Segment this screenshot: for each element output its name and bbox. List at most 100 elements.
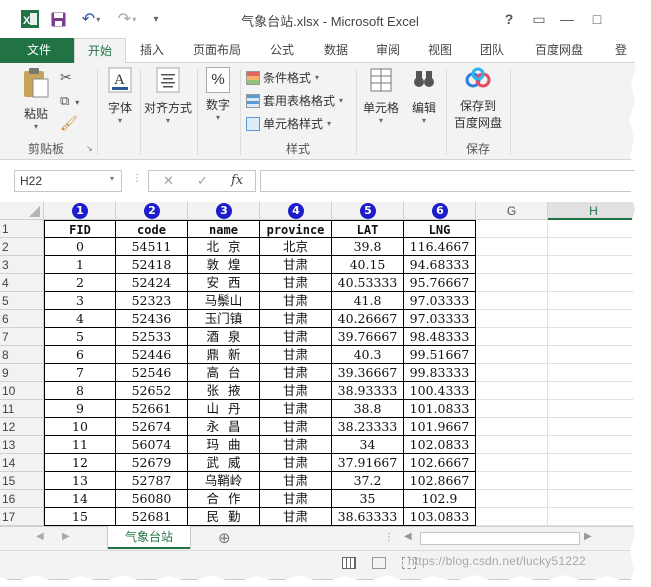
data-cell[interactable]: 52679 bbox=[116, 454, 188, 472]
data-cell[interactable]: 99.51667 bbox=[404, 346, 476, 364]
data-cell[interactable]: 40.26667 bbox=[332, 310, 404, 328]
empty-cell[interactable] bbox=[476, 220, 548, 238]
data-cell[interactable]: 敦煌 bbox=[188, 256, 260, 274]
empty-cell[interactable] bbox=[476, 436, 548, 454]
column-header-g[interactable]: G bbox=[476, 202, 548, 220]
data-cell[interactable]: 甘肃 bbox=[260, 256, 332, 274]
empty-cell[interactable] bbox=[548, 508, 639, 526]
column-header-h[interactable]: H bbox=[548, 202, 639, 220]
confirm-entry-icon[interactable]: ✓ bbox=[197, 173, 208, 189]
data-cell[interactable]: 41.8 bbox=[332, 292, 404, 310]
header-cell[interactable]: LNG bbox=[404, 220, 476, 238]
row-header[interactable]: 16 bbox=[0, 490, 44, 508]
empty-cell[interactable] bbox=[548, 490, 639, 508]
data-cell[interactable]: 40.3 bbox=[332, 346, 404, 364]
cut-icon[interactable]: ✂ bbox=[60, 69, 72, 86]
data-cell[interactable]: 甘肃 bbox=[260, 364, 332, 382]
data-cell[interactable]: 安西 bbox=[188, 274, 260, 292]
empty-cell[interactable] bbox=[548, 292, 639, 310]
empty-cell[interactable] bbox=[476, 382, 548, 400]
row-header[interactable]: 7 bbox=[0, 328, 44, 346]
empty-cell[interactable] bbox=[548, 436, 639, 454]
data-cell[interactable]: 甘肃 bbox=[260, 418, 332, 436]
data-cell[interactable]: 97.03333 bbox=[404, 292, 476, 310]
scroll-sheets-left-icon[interactable]: ◀ bbox=[36, 531, 44, 542]
data-cell[interactable]: 52533 bbox=[116, 328, 188, 346]
undo-icon[interactable]: ↶ ▾ bbox=[78, 9, 104, 29]
data-cell[interactable]: 5 bbox=[44, 328, 116, 346]
empty-cell[interactable] bbox=[548, 346, 639, 364]
data-cell[interactable]: 39.36667 bbox=[332, 364, 404, 382]
empty-cell[interactable] bbox=[476, 454, 548, 472]
data-cell[interactable]: 甘肃 bbox=[260, 400, 332, 418]
empty-cell[interactable] bbox=[548, 364, 639, 382]
data-cell[interactable]: 甘肃 bbox=[260, 382, 332, 400]
data-cell[interactable]: 100.4333 bbox=[404, 382, 476, 400]
paste-button[interactable]: 粘贴 ▾ bbox=[16, 67, 56, 131]
data-cell[interactable]: 94.68333 bbox=[404, 256, 476, 274]
data-cell[interactable]: 乌鞘岭 bbox=[188, 472, 260, 490]
row-header[interactable]: 11 bbox=[0, 400, 44, 418]
empty-cell[interactable] bbox=[548, 328, 639, 346]
data-cell[interactable]: 甘肃 bbox=[260, 472, 332, 490]
empty-cell[interactable] bbox=[476, 400, 548, 418]
tab-data[interactable]: 数据 bbox=[316, 38, 356, 63]
data-cell[interactable]: 35 bbox=[332, 490, 404, 508]
empty-cell[interactable] bbox=[476, 346, 548, 364]
empty-cell[interactable] bbox=[548, 418, 639, 436]
customize-quick-access-icon[interactable]: ▾ bbox=[148, 9, 164, 29]
data-cell[interactable]: 39.76667 bbox=[332, 328, 404, 346]
empty-cell[interactable] bbox=[476, 328, 548, 346]
empty-cell[interactable] bbox=[548, 454, 639, 472]
header-cell[interactable]: province bbox=[260, 220, 332, 238]
empty-cell[interactable] bbox=[548, 256, 639, 274]
data-cell[interactable]: 11 bbox=[44, 436, 116, 454]
name-box-dropdown-icon[interactable]: ▾ bbox=[110, 174, 114, 183]
tab-baidu-netdisk[interactable]: 百度网盘 bbox=[528, 38, 590, 63]
tab-team[interactable]: 团队 bbox=[472, 38, 512, 63]
tab-page-layout[interactable]: 页面布局 bbox=[186, 38, 248, 63]
data-cell[interactable]: 1 bbox=[44, 256, 116, 274]
data-cell[interactable]: 52436 bbox=[116, 310, 188, 328]
data-cell[interactable]: 38.8 bbox=[332, 400, 404, 418]
row-header[interactable]: 6 bbox=[0, 310, 44, 328]
row-header[interactable]: 17 bbox=[0, 508, 44, 526]
data-cell[interactable]: 北京 bbox=[260, 238, 332, 256]
data-cell[interactable]: 99.83333 bbox=[404, 364, 476, 382]
data-cell[interactable]: 52787 bbox=[116, 472, 188, 490]
empty-cell[interactable] bbox=[548, 220, 639, 238]
editing-button[interactable]: 编辑 ▾ bbox=[406, 67, 442, 125]
scroll-right-icon[interactable]: ▶ bbox=[584, 531, 592, 542]
data-cell[interactable]: 38.93333 bbox=[332, 382, 404, 400]
empty-cell[interactable] bbox=[476, 310, 548, 328]
header-cell[interactable]: FID bbox=[44, 220, 116, 238]
header-cell[interactable]: name bbox=[188, 220, 260, 238]
empty-cell[interactable] bbox=[476, 472, 548, 490]
data-cell[interactable]: 52418 bbox=[116, 256, 188, 274]
data-cell[interactable]: 玛曲 bbox=[188, 436, 260, 454]
new-sheet-icon[interactable]: ⊕ bbox=[218, 529, 231, 547]
data-cell[interactable]: 102.0833 bbox=[404, 436, 476, 454]
data-cell[interactable]: 52446 bbox=[116, 346, 188, 364]
data-cell[interactable]: 38.23333 bbox=[332, 418, 404, 436]
redo-icon[interactable]: ↷ ▾ bbox=[114, 9, 140, 29]
data-cell[interactable]: 37.2 bbox=[332, 472, 404, 490]
empty-cell[interactable] bbox=[548, 310, 639, 328]
data-cell[interactable]: 52681 bbox=[116, 508, 188, 526]
data-cell[interactable]: 40.15 bbox=[332, 256, 404, 274]
format-painter-icon[interactable]: 🖌 bbox=[60, 115, 78, 132]
select-all-corner[interactable] bbox=[0, 202, 44, 220]
data-cell[interactable]: 甘肃 bbox=[260, 310, 332, 328]
data-cell[interactable]: 鼎新 bbox=[188, 346, 260, 364]
data-cell[interactable]: 52424 bbox=[116, 274, 188, 292]
empty-cell[interactable] bbox=[548, 274, 639, 292]
empty-cell[interactable] bbox=[548, 238, 639, 256]
conditional-formatting-button[interactable]: 条件格式 ▾ bbox=[246, 67, 319, 88]
data-cell[interactable]: 甘肃 bbox=[260, 346, 332, 364]
ribbon-display-options-button[interactable]: ▭ bbox=[528, 11, 550, 28]
data-cell[interactable]: 甘肃 bbox=[260, 436, 332, 454]
data-cell[interactable]: 34 bbox=[332, 436, 404, 454]
data-cell[interactable]: 54511 bbox=[116, 238, 188, 256]
data-cell[interactable]: 甘肃 bbox=[260, 328, 332, 346]
data-cell[interactable]: 甘肃 bbox=[260, 454, 332, 472]
